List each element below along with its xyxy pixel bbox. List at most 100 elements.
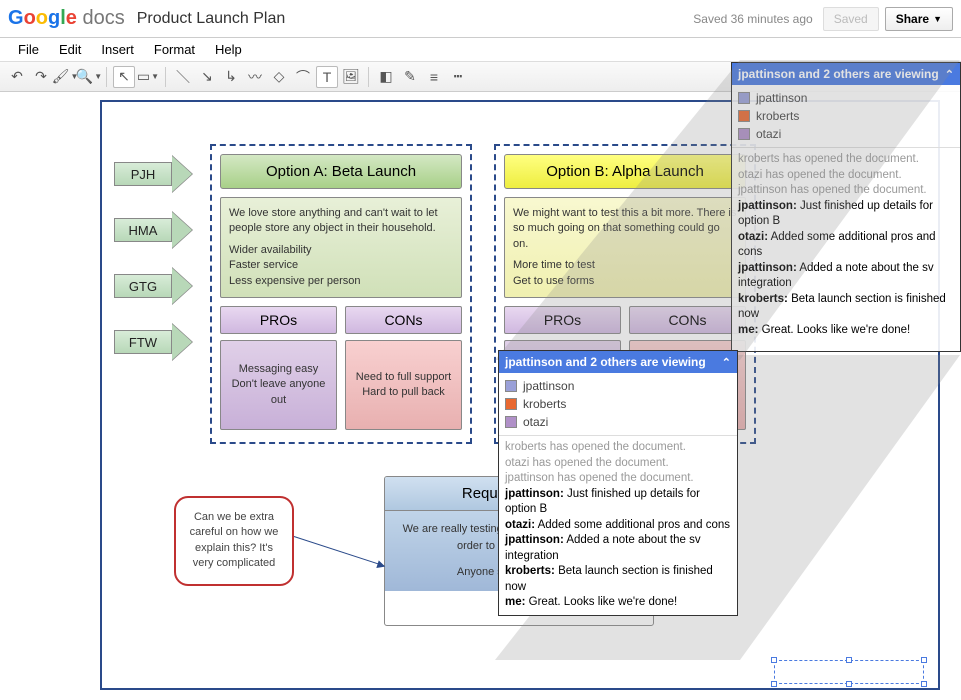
chat-user: kroberts <box>505 395 731 413</box>
collapse-icon[interactable]: ⌃ <box>722 356 731 369</box>
undo-icon[interactable]: ↶ <box>6 66 28 88</box>
comment-bubble[interactable]: Can we be extra careful on how we explai… <box>174 496 294 586</box>
chat-user-list: jpattinson kroberts otazi <box>732 85 960 148</box>
cons-line: Hard to pull back <box>352 385 455 400</box>
chat-header[interactable]: jpattinson and 2 others are viewing ⌃ <box>499 351 737 373</box>
document-title[interactable]: Product Launch Plan <box>137 10 694 28</box>
arrow-hma[interactable]: HMA <box>114 214 194 246</box>
chat-header-text: jpattinson and 2 others are viewing <box>738 67 939 81</box>
user-swatch-icon <box>505 398 517 410</box>
image-tool-icon[interactable]: 🖼 <box>340 66 362 88</box>
pros-line: Messaging easy <box>227 362 330 377</box>
save-status: Saved 36 minutes ago <box>693 12 812 26</box>
option-b-title[interactable]: Option B: Alpha Launch <box>504 154 746 189</box>
chat-system-msg: jpattinson has opened the document. <box>505 471 731 487</box>
pros-label[interactable]: PROs <box>504 306 621 334</box>
menu-format[interactable]: Format <box>144 40 205 59</box>
arrow-label: PJH <box>114 162 172 186</box>
menu-file[interactable]: File <box>8 40 49 59</box>
saved-button: Saved <box>823 7 879 31</box>
chat-log: kroberts has opened the document. otazi … <box>499 436 737 615</box>
menu-insert[interactable]: Insert <box>91 40 144 59</box>
polyline-tool-icon[interactable]: ◇ <box>268 66 290 88</box>
user-name: jpattinson <box>523 379 574 393</box>
shape-tool-icon[interactable]: ▭▼ <box>137 66 159 88</box>
chat-message: kroberts: Beta launch section is finishe… <box>505 564 731 595</box>
arc-tool-icon[interactable]: ⌒ <box>292 66 314 88</box>
option-b-description[interactable]: We might want to test this a bit more. T… <box>504 197 746 298</box>
chat-message: otazi: Added some additional pros and co… <box>738 230 954 261</box>
chat-panel-docked[interactable]: jpattinson and 2 others are viewing ⌃ jp… <box>731 62 961 352</box>
caret-down-icon: ▼ <box>933 14 942 24</box>
option-a-cons[interactable]: Need to full support Hard to pull back <box>345 340 462 430</box>
arrow-label: HMA <box>114 218 172 242</box>
chat-system-msg: otazi has opened the document. <box>738 168 954 184</box>
menu-help[interactable]: Help <box>205 40 252 59</box>
selected-shape[interactable] <box>774 660 924 684</box>
chat-system-msg: kroberts has opened the document. <box>505 440 731 456</box>
arrow-ftw[interactable]: FTW <box>114 326 194 358</box>
option-a-title[interactable]: Option A: Beta Launch <box>220 154 462 189</box>
chat-user: jpattinson <box>505 377 731 395</box>
user-name: kroberts <box>756 109 799 123</box>
arrow-pjh[interactable]: PJH <box>114 158 194 190</box>
pros-line: Don't leave anyone out <box>227 377 330 408</box>
chat-message: jpattinson: Just finished up details for… <box>505 487 731 518</box>
connector-tool-icon[interactable]: ↳ <box>220 66 242 88</box>
user-swatch-icon <box>505 380 517 392</box>
user-name: jpattinson <box>756 91 807 105</box>
chat-user: otazi <box>738 125 954 143</box>
cons-label[interactable]: CONs <box>629 306 746 334</box>
line-tool-icon[interactable]: ＼ <box>172 66 194 88</box>
cursor-tool-icon[interactable]: ↖ <box>113 66 135 88</box>
arrow-tool-icon[interactable]: ↘ <box>196 66 218 88</box>
user-swatch-icon <box>738 128 750 140</box>
user-swatch-icon <box>738 92 750 104</box>
fill-color-icon[interactable]: ◧ <box>375 66 397 88</box>
separator <box>165 67 166 87</box>
desc-line: We love store anything and can't wait to… <box>229 206 453 237</box>
separator <box>368 67 369 87</box>
chat-panel-zoomed[interactable]: jpattinson and 2 others are viewing ⌃ jp… <box>498 350 738 616</box>
chat-message: otazi: Added some additional pros and co… <box>505 518 731 534</box>
cons-label[interactable]: CONs <box>345 306 462 334</box>
curve-tool-icon[interactable]: 〰 <box>244 66 266 88</box>
chat-system-msg: jpattinson has opened the document. <box>738 183 954 199</box>
chat-message: jpattinson: Just finished up details for… <box>738 199 954 230</box>
chat-message: jpattinson: Added a note about the sv in… <box>738 261 954 292</box>
share-button[interactable]: Share ▼ <box>885 7 953 31</box>
option-a-container[interactable]: Option A: Beta Launch We love store anyt… <box>210 144 472 444</box>
redo-icon[interactable]: ↷ <box>30 66 52 88</box>
line-dash-icon[interactable]: ┅ <box>447 66 469 88</box>
chat-user-list: jpattinson kroberts otazi <box>499 373 737 436</box>
desc-line: Get to use forms <box>513 274 737 289</box>
arrow-label: FTW <box>114 330 172 354</box>
chat-header[interactable]: jpattinson and 2 others are viewing ⌃ <box>732 63 960 85</box>
chat-user: otazi <box>505 413 731 431</box>
line-color-icon[interactable]: ✎ <box>399 66 421 88</box>
zoom-icon[interactable]: 🔍▼ <box>78 66 100 88</box>
option-a-description[interactable]: We love store anything and can't wait to… <box>220 197 462 298</box>
menu-bar: File Edit Insert Format Help <box>0 38 961 62</box>
user-swatch-icon <box>738 110 750 122</box>
chat-user: kroberts <box>738 107 954 125</box>
user-name: otazi <box>523 415 548 429</box>
paint-icon[interactable]: 🖌▼ <box>54 66 76 88</box>
user-name: kroberts <box>523 397 566 411</box>
desc-line: Faster service <box>229 258 453 273</box>
arrow-gtg[interactable]: GTG <box>114 270 194 302</box>
menu-edit[interactable]: Edit <box>49 40 91 59</box>
pros-label[interactable]: PROs <box>220 306 337 334</box>
chat-header-text: jpattinson and 2 others are viewing <box>505 355 706 369</box>
chat-system-msg: otazi has opened the document. <box>505 456 731 472</box>
chat-message: kroberts: Beta launch section is finishe… <box>738 292 954 323</box>
option-a-pros[interactable]: Messaging easy Don't leave anyone out <box>220 340 337 430</box>
desc-line: We might want to test this a bit more. T… <box>513 206 737 252</box>
collapse-icon[interactable]: ⌃ <box>945 68 954 81</box>
separator <box>106 67 107 87</box>
connector-arrow[interactable] <box>294 536 385 566</box>
user-name: otazi <box>756 127 781 141</box>
desc-line: Wider availability <box>229 243 453 258</box>
text-tool-icon[interactable]: T <box>316 66 338 88</box>
line-weight-icon[interactable]: ≡ <box>423 66 445 88</box>
